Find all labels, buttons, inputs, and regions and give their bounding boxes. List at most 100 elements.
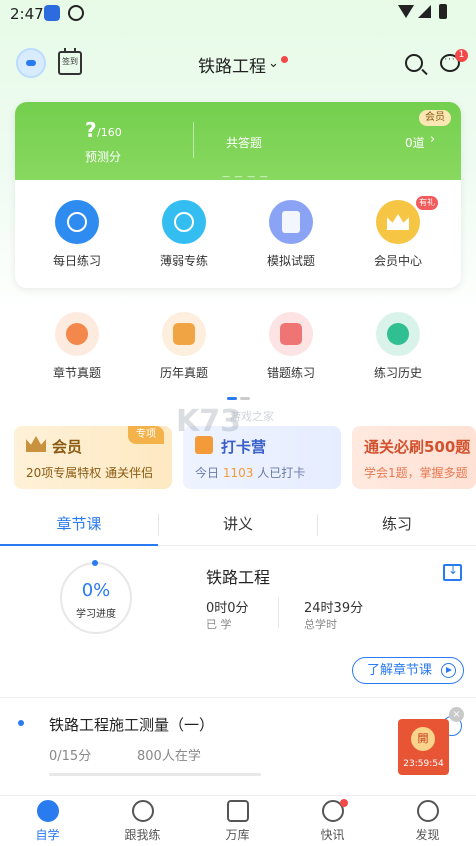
answered-value: 0道 xyxy=(405,136,425,150)
promo-widget[interactable]: 開 23:59:54 xyxy=(398,719,449,775)
chevron-down-icon[interactable]: ⌄ xyxy=(268,56,279,71)
nav-label: 发现 xyxy=(415,828,440,842)
sync-icon xyxy=(68,5,84,21)
promo-open-label: 開 xyxy=(411,727,435,751)
checkin-suffix: 人已打卡 xyxy=(257,466,306,480)
total-label: 总学时 xyxy=(304,618,337,631)
stat-divider xyxy=(278,598,279,628)
crown-icon xyxy=(26,436,46,452)
feature-label: 章节真题 xyxy=(52,366,101,380)
chapter-learners: 800人在学 xyxy=(137,749,201,764)
banner-title: 会员 xyxy=(52,438,83,456)
promo-countdown: 23:59:54 xyxy=(403,759,444,769)
download-icon[interactable] xyxy=(443,563,462,581)
library-icon xyxy=(226,800,249,822)
banner-title: 通关必刷500题 xyxy=(364,438,471,456)
gear-bulb-icon xyxy=(55,312,99,356)
learned-time: 0时0分 xyxy=(206,601,249,616)
checkin-prefix: 今日 xyxy=(195,466,220,480)
feature-wrong-questions[interactable]: 错题练习 xyxy=(251,312,331,381)
predicted-score-label: 预测分 xyxy=(85,150,122,164)
nav-follow-practice[interactable]: 跟我练 xyxy=(95,800,190,843)
checkin-count: 1103 xyxy=(222,466,254,480)
feature-label: 练习历史 xyxy=(373,366,422,380)
nav-label: 万库 xyxy=(225,828,250,842)
nav-discover[interactable]: 发现 xyxy=(380,800,475,843)
feature-label: 薄弱专练 xyxy=(159,254,208,268)
vip-banner[interactable]: 会员 专项 20项专属特权 通关伴侣 xyxy=(14,426,172,489)
wifi-icon xyxy=(398,5,414,18)
feature-chapter-questions[interactable]: 章节真题 xyxy=(37,312,117,381)
status-time: 2:47 xyxy=(10,5,44,23)
feature-label: 历年真题 xyxy=(159,366,208,380)
banner-subtitle: 今日 1103 人已打卡 xyxy=(195,464,305,481)
feature-daily-practice[interactable]: 每日练习 xyxy=(37,200,117,269)
signin-button[interactable]: 签到 xyxy=(58,48,82,75)
check-circle-icon xyxy=(131,800,154,822)
predicted-score: ? xyxy=(85,118,97,142)
banner-subtitle: 学会1题，掌握多题 xyxy=(364,466,468,480)
total-time: 24时39分 xyxy=(304,601,364,616)
vip-tag: 会员 xyxy=(419,110,451,126)
book-icon xyxy=(162,312,206,356)
progress-label: 学习进度 xyxy=(76,609,116,620)
page-indicator-active xyxy=(227,397,237,400)
app-notification-icon xyxy=(44,5,60,21)
news-badge-dot xyxy=(340,799,348,807)
chapter-dot xyxy=(18,720,24,726)
feature-label: 模拟试题 xyxy=(266,254,315,268)
tab-chapter-course[interactable]: 章节课 xyxy=(0,506,158,546)
compass-icon xyxy=(416,800,439,822)
banner-tag: 专项 xyxy=(128,426,164,444)
history-clock-icon xyxy=(376,312,420,356)
exam-selector-dot xyxy=(281,56,288,63)
progress-ring-dot xyxy=(92,560,98,566)
clock-icon xyxy=(55,200,99,244)
exam-selector[interactable]: 铁路工程 xyxy=(198,52,266,77)
score-card-header[interactable]: ? /160 预测分 共答题 0道 › 会员 — — — — xyxy=(15,102,461,181)
wrong-note-icon xyxy=(269,312,313,356)
max-score: /160 xyxy=(97,126,122,139)
learn-button-label: 了解章节课 xyxy=(367,663,433,678)
avatar[interactable] xyxy=(16,48,46,78)
chapter-title[interactable]: 铁路工程施工测量（一） xyxy=(49,714,214,735)
bottom-nav: 自学 跟我练 万库 快讯 发现 xyxy=(0,795,476,846)
gift-tag: 有礼 xyxy=(416,196,438,210)
close-icon[interactable]: × xyxy=(449,707,464,722)
self-study-icon xyxy=(36,800,59,822)
message-badge: 1 xyxy=(455,49,468,62)
feature-past-exams[interactable]: 历年真题 xyxy=(144,312,224,381)
signal-icon xyxy=(418,5,431,18)
progress-percent: 0% xyxy=(81,580,111,601)
crown-icon xyxy=(376,200,420,244)
chevron-right-icon[interactable]: › xyxy=(430,132,435,147)
must-do-banner[interactable]: 通关必刷500题 学会1题，掌握多题 xyxy=(352,426,476,489)
feature-label: 会员中心 xyxy=(373,254,422,268)
learned-label: 已 学 xyxy=(206,618,232,631)
nav-label: 自学 xyxy=(35,828,60,842)
chapter-score: 0/15分 xyxy=(49,749,92,764)
feature-weak-practice[interactable]: 薄弱专练 xyxy=(144,200,224,269)
feature-practice-history[interactable]: 练习历史 xyxy=(358,312,438,381)
feature-label: 每日练习 xyxy=(52,254,101,268)
page-indicator: — — — — xyxy=(222,172,269,181)
watermark-sub: 游戏之家 xyxy=(230,410,274,423)
nav-news[interactable]: 快讯 xyxy=(285,800,380,843)
tab-practice[interactable]: 练习 xyxy=(318,506,476,546)
feature-member-center[interactable]: 会员中心 xyxy=(358,200,438,269)
nav-self-study[interactable]: 自学 xyxy=(0,800,95,843)
feature-mock-exam[interactable]: 模拟试题 xyxy=(251,200,331,269)
battery-icon xyxy=(439,4,447,19)
nav-label: 跟我练 xyxy=(124,828,161,842)
banner-subtitle: 20项专属特权 通关伴侣 xyxy=(26,466,154,480)
learn-chapter-course-button[interactable]: 了解章节课 xyxy=(352,657,464,684)
divider xyxy=(193,122,194,158)
page-indicator-inactive xyxy=(240,397,250,400)
nav-library[interactable]: 万库 xyxy=(190,800,285,843)
chapter-progress-bar xyxy=(49,773,261,776)
score-card: ? /160 预测分 共答题 0道 › 会员 — — — — 每日练习 薄弱专练… xyxy=(15,102,461,288)
search-icon[interactable] xyxy=(405,54,423,72)
tab-handout[interactable]: 讲义 xyxy=(159,506,317,546)
nav-label: 快讯 xyxy=(320,828,345,842)
answered-label: 共答题 xyxy=(226,136,263,150)
